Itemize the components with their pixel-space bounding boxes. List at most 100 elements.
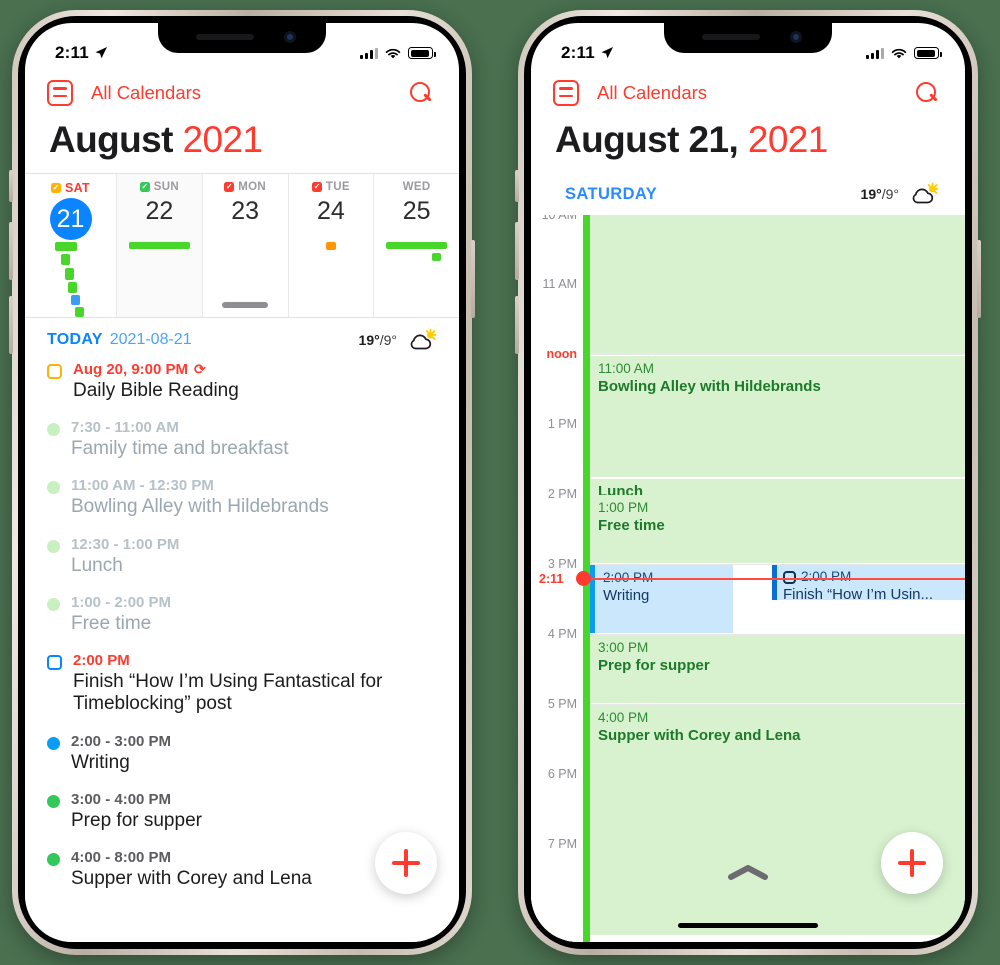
left-screen: 2:11 All Calendars August 2021 ✓ SAT 21 … xyxy=(25,23,459,942)
event-title: Finish “How I’m Using Fantastical for Ti… xyxy=(73,671,383,715)
list-item-body: Aug 20, 9:00 PM ⟳ Daily Bible Reading xyxy=(73,361,239,402)
calendar-checkbox-sat[interactable]: ✓ xyxy=(51,183,61,193)
title-day: 21, xyxy=(678,119,739,160)
event-title: Supper with Corey and Lena xyxy=(71,867,312,889)
temp-low: /9° xyxy=(881,186,899,202)
day-of-week-label: SAT xyxy=(65,181,90,195)
search-icon[interactable] xyxy=(915,81,939,105)
hour-label: 5 PM xyxy=(547,697,577,711)
notch xyxy=(664,23,832,53)
right-phone: 2:11 All Calendars August 21, 2021 SATUR… xyxy=(515,10,981,955)
day-number: 24 xyxy=(316,197,345,225)
list-item-body: 12:30 - 1:00 PM Lunch xyxy=(71,536,179,577)
status-time-group: 2:11 xyxy=(55,43,108,63)
list-item[interactable]: 2:00 - 3:00 PM Writing xyxy=(47,733,437,774)
title-year: 2021 xyxy=(182,119,264,160)
hour-label: 7 PM xyxy=(547,837,577,851)
calendar-set-title[interactable]: All Calendars xyxy=(597,82,707,104)
event-title: Family time and breakfast xyxy=(71,438,289,460)
current-time-line xyxy=(583,578,965,580)
mute-switch[interactable] xyxy=(515,170,519,202)
list-item[interactable]: Aug 20, 9:00 PM ⟳ Daily Bible Reading xyxy=(47,361,437,402)
task-checkbox[interactable] xyxy=(47,655,62,671)
sun-behind-cloud-icon xyxy=(909,182,939,206)
timeline-event-block[interactable]: 3:00 PM Prep for supper xyxy=(590,635,965,703)
timeline-event-block[interactable]: 4:00 PM Supper with Corey and Lena xyxy=(590,705,965,935)
page-title: August 21, 2021 xyxy=(555,119,828,161)
timeline-event-block-writing[interactable]: 2:00 PM Writing xyxy=(590,565,733,633)
mini-event-bar xyxy=(71,295,80,305)
list-item[interactable]: 2:00 PM Finish “How I’m Using Fantastica… xyxy=(47,652,437,715)
today-label: TODAY xyxy=(47,331,103,348)
chevron-up-icon[interactable] xyxy=(726,864,770,880)
timeline-task-block[interactable]: 2:00 PM Finish “How I’m Usin... xyxy=(772,565,965,600)
day-column-mon[interactable]: ✓ MON 23 xyxy=(203,174,289,317)
calendar-checkbox-sun[interactable]: ✓ xyxy=(139,182,150,192)
event-time: 1:00 PM xyxy=(598,500,649,515)
hour-label: 3 PM xyxy=(547,557,577,571)
event-title: Daily Bible Reading xyxy=(73,380,239,401)
page-title: August 2021 xyxy=(49,119,264,161)
front-camera xyxy=(284,31,296,43)
event-title: Supper with Corey and Lena xyxy=(598,726,801,744)
nav-bar: All Calendars xyxy=(25,69,459,117)
event-time: 3:00 - 4:00 PM xyxy=(71,790,172,808)
home-indicator[interactable] xyxy=(678,923,818,928)
list-item-body: 7:30 - 11:00 AM Family time and breakfas… xyxy=(71,419,289,460)
add-event-button[interactable] xyxy=(375,832,437,894)
calendar-checkbox-mon[interactable]: ✓ xyxy=(224,182,235,192)
day-timeline[interactable]: 11:00 AM Bowling Alley with Hildebrands … xyxy=(531,215,965,942)
mini-event-bar xyxy=(386,242,447,249)
earpiece-speaker xyxy=(196,34,254,40)
current-time-dot xyxy=(576,571,591,586)
list-item[interactable]: 11:00 AM - 12:30 PM Bowling Alley with H… xyxy=(47,477,437,518)
list-item-body: 3:00 - 4:00 PM Prep for supper xyxy=(71,791,202,832)
event-title: Writing xyxy=(71,751,130,773)
event-time: 1:00 - 2:00 PM xyxy=(71,593,172,611)
today-section-header: TODAY 2021-08-21 19°/9° xyxy=(25,319,459,361)
hour-label: 2 PM xyxy=(547,487,577,501)
repeat-icon: ⟳ xyxy=(194,361,206,377)
mute-switch[interactable] xyxy=(9,170,13,202)
day-column-wed[interactable]: WED 25 xyxy=(374,174,459,317)
event-time: 11:00 AM - 12:30 PM xyxy=(71,477,214,495)
volume-down-button[interactable] xyxy=(515,296,519,354)
status-indicators xyxy=(866,47,942,60)
mini-event-bars-tue xyxy=(289,240,374,317)
event-title: Bowling Alley with Hildebrands xyxy=(71,496,329,518)
list-item[interactable]: 12:30 - 1:00 PM Lunch xyxy=(47,536,437,577)
today-date: 2021-08-21 xyxy=(109,331,192,348)
power-button[interactable] xyxy=(471,240,475,318)
search-icon[interactable] xyxy=(409,81,433,105)
mini-event-bars-wed xyxy=(374,240,459,317)
power-button[interactable] xyxy=(977,240,981,318)
timeline-event-block[interactable]: 1:00 PM Free time xyxy=(590,495,965,563)
calendar-checkbox-tue[interactable]: ✓ xyxy=(311,182,322,192)
week-strip-drag-handle[interactable] xyxy=(222,302,269,308)
calendar-color-dot xyxy=(47,852,60,866)
calendar-list-icon[interactable] xyxy=(553,80,579,106)
list-item[interactable]: 1:00 - 2:00 PM Free time xyxy=(47,594,437,635)
add-event-button[interactable] xyxy=(881,832,943,894)
week-strip[interactable]: ✓ SAT 21 ✓ SUN 22 ✓ MON 23 ✓ TUE 24 WED … xyxy=(25,173,459,340)
title-year: 2021 xyxy=(747,119,829,160)
mini-event-bar xyxy=(65,268,74,280)
day-of-week-label: SUN xyxy=(153,181,179,193)
task-checkbox[interactable] xyxy=(47,364,62,379)
mini-event-bar xyxy=(129,242,190,249)
list-item[interactable]: 7:30 - 11:00 AM Family time and breakfas… xyxy=(47,419,437,460)
event-time: 7:30 - 11:00 AM xyxy=(71,419,179,437)
volume-down-button[interactable] xyxy=(9,296,13,354)
calendar-set-title[interactable]: All Calendars xyxy=(91,82,201,104)
list-item[interactable]: 3:00 - 4:00 PM Prep for supper xyxy=(47,791,437,832)
calendar-color-dot xyxy=(47,539,60,553)
volume-up-button[interactable] xyxy=(9,222,13,280)
day-column-tue[interactable]: ✓ TUE 24 xyxy=(289,174,375,317)
day-column-sat[interactable]: ✓ SAT 21 xyxy=(25,174,117,340)
day-column-sun[interactable]: ✓ SUN 22 xyxy=(117,174,203,317)
timeline-event-block[interactable]: 11:00 AM Bowling Alley with Hildebrands xyxy=(590,356,965,477)
calendar-list-icon[interactable] xyxy=(47,80,73,106)
status-time: 2:11 xyxy=(55,43,89,62)
volume-up-button[interactable] xyxy=(515,222,519,280)
timeline-event-block[interactable] xyxy=(590,215,965,354)
